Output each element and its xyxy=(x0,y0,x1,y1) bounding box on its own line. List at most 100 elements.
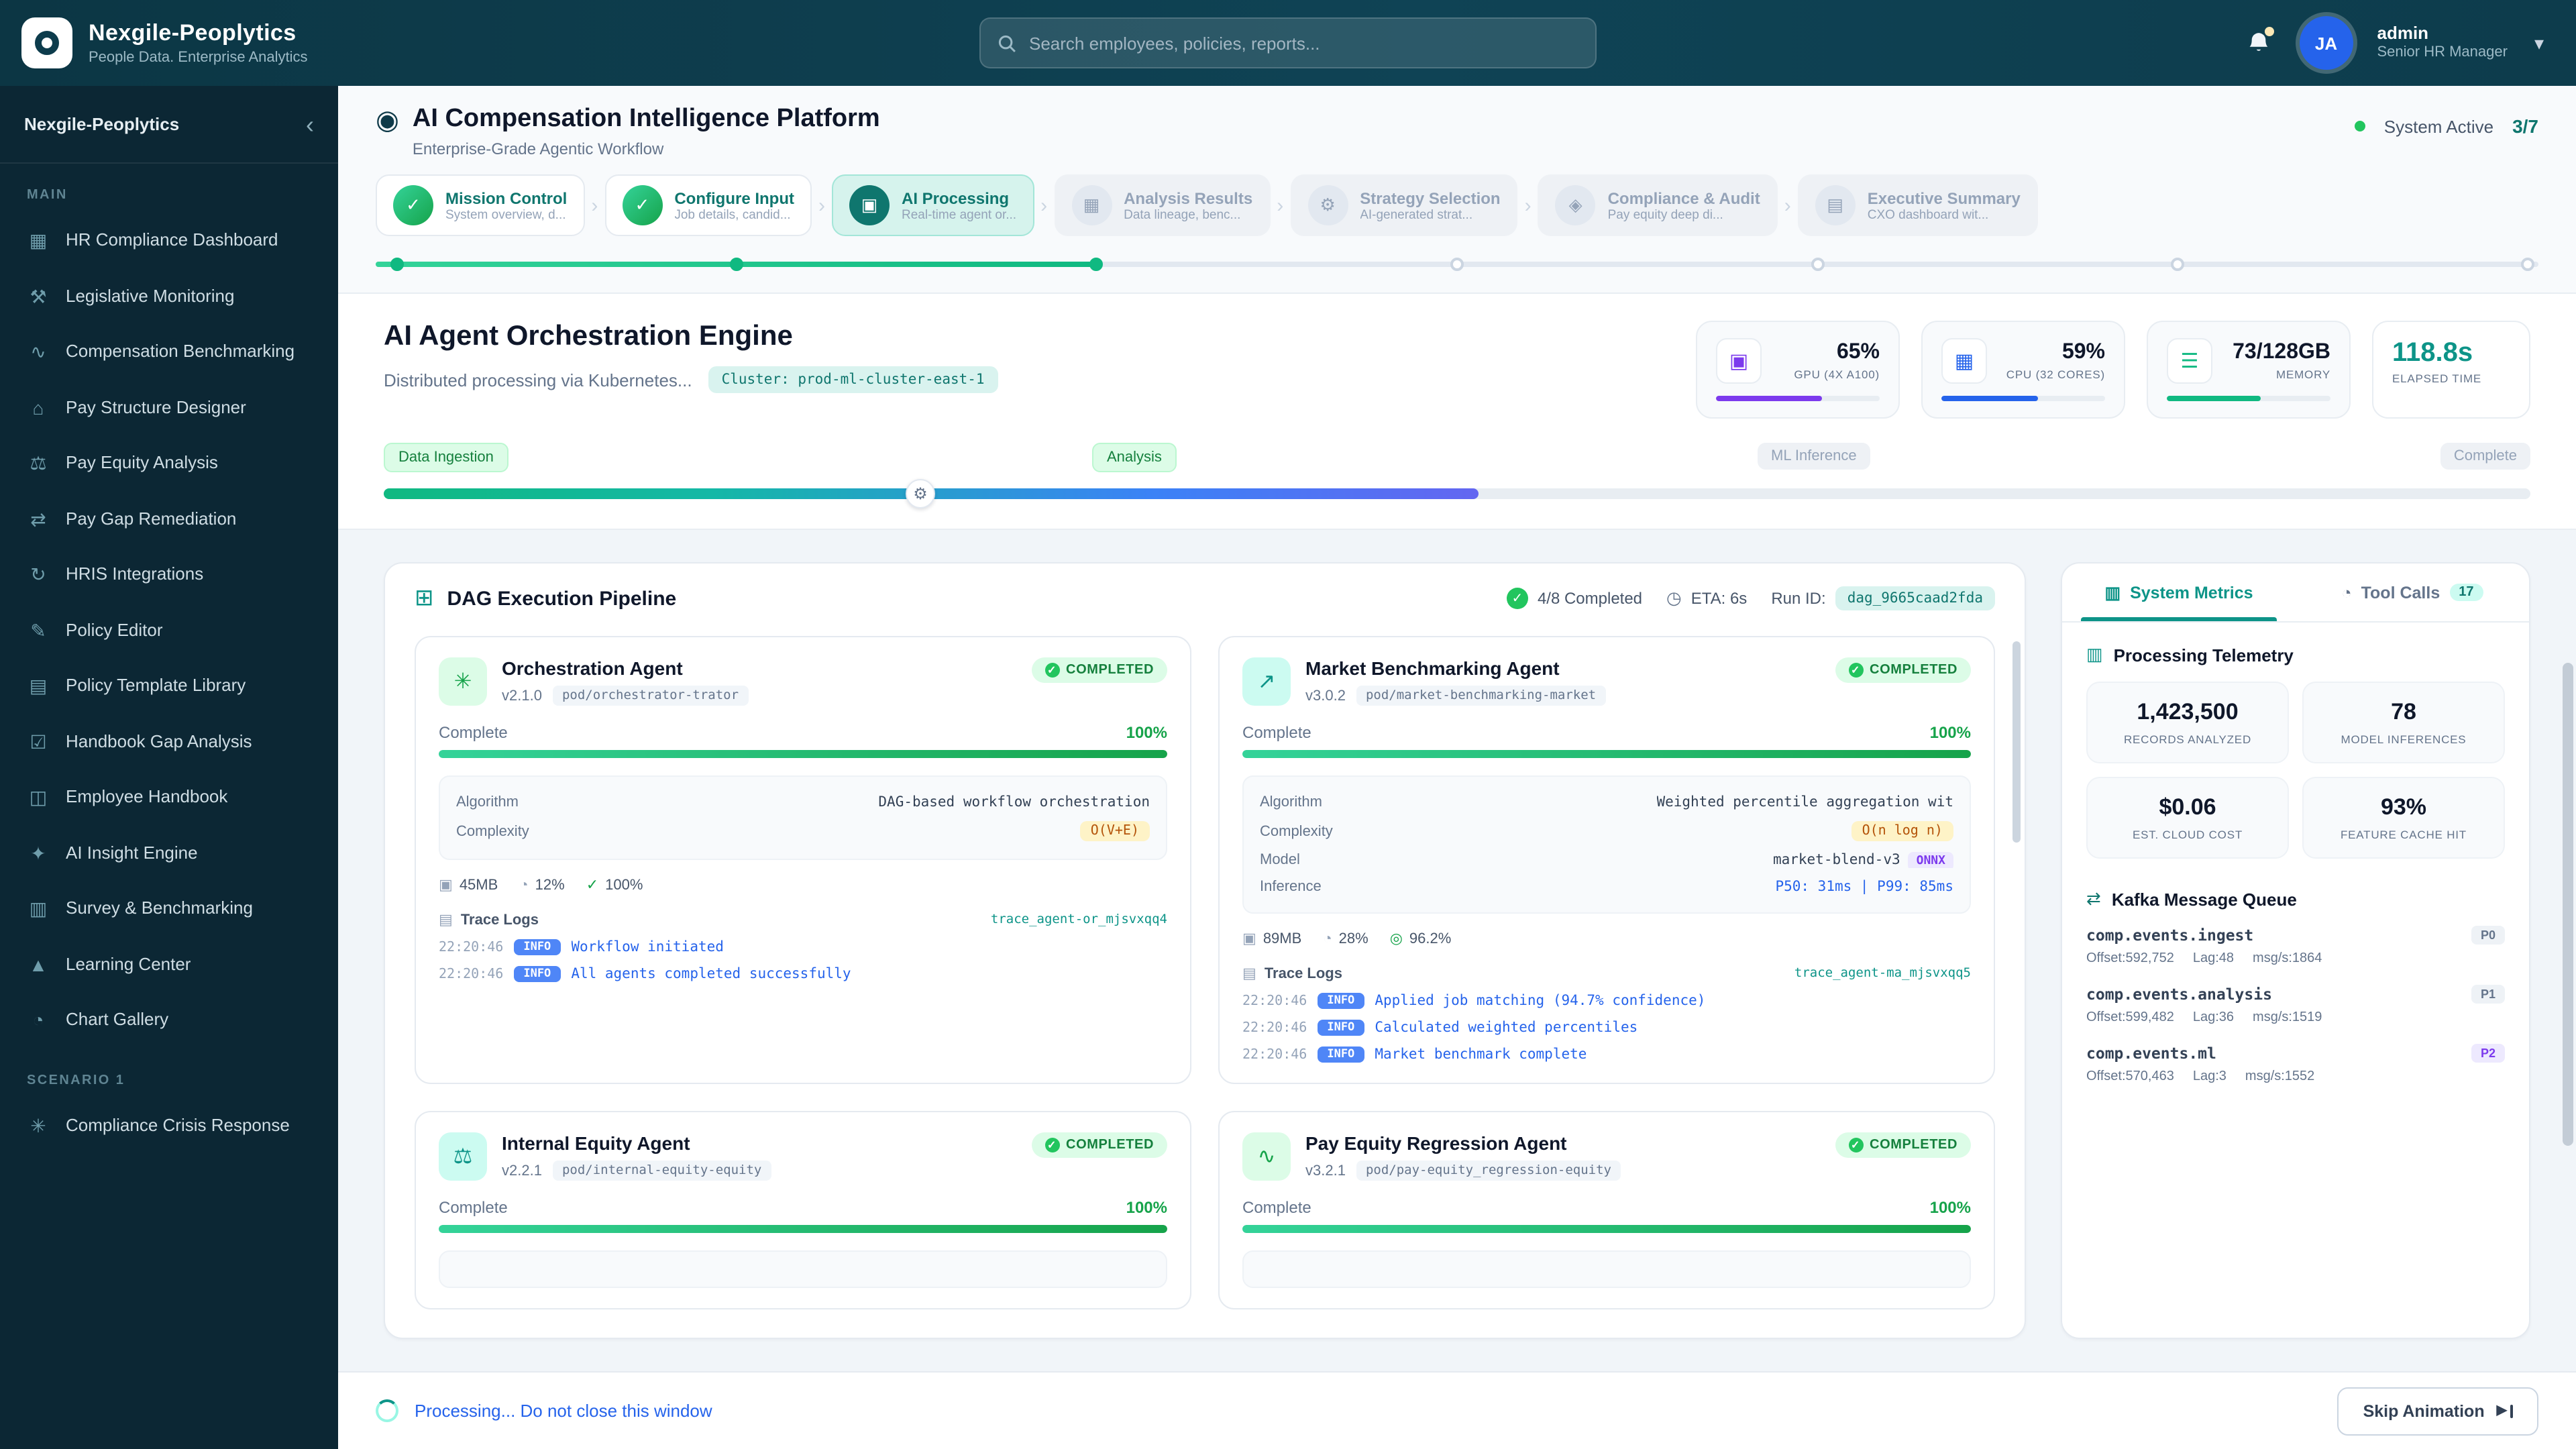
page-scrollbar-thumb[interactable] xyxy=(2563,663,2573,1146)
burst-icon: ✳ xyxy=(30,1114,46,1136)
sidebar-item-policy-template-library[interactable]: ▤ Policy Template Library xyxy=(0,659,338,714)
sidebar-item-chart-gallery[interactable]: ◔ Chart Gallery xyxy=(0,993,338,1049)
sidebar-item-hris-integrations[interactable]: ↻ HRIS Integrations xyxy=(0,547,338,603)
sidebar-item-learning-center[interactable]: ▲ Learning Center xyxy=(0,937,338,993)
step-title: Executive Summary xyxy=(1867,189,2021,207)
agent-card-orchestration: ✳ Orchestration Agent v2.1.0 pod/orchest… xyxy=(415,636,1191,1084)
agent-card-pay-equity-regression: ∿ Pay Equity Regression Agent v3.2.1 pod… xyxy=(1218,1111,1995,1309)
notifications-bell-icon[interactable] xyxy=(2243,27,2275,59)
sidebar-item-ai-insight-engine[interactable]: ✦ AI Insight Engine xyxy=(0,826,338,881)
skip-forward-icon: ▶ xyxy=(2497,1403,2513,1417)
sidebar-item-compliance-crisis-response[interactable]: ✳ Compliance Crisis Response xyxy=(0,1098,338,1154)
tool-calls-count-badge: 17 xyxy=(2449,584,2483,601)
sidebar-item-label: Compensation Benchmarking xyxy=(66,341,295,361)
log-message: Calculated weighted percentiles xyxy=(1375,1020,1638,1036)
sidebar-item-pay-structure-designer[interactable]: ⌂ Pay Structure Designer xyxy=(0,380,338,436)
platform-icon: ◉ xyxy=(376,106,399,136)
skip-animation-button[interactable]: Skip Animation ▶ xyxy=(2337,1387,2538,1435)
step-configure-input[interactable]: ✓ Configure Input Job details, candid... xyxy=(604,174,812,236)
timeline-dot xyxy=(390,258,405,271)
brand: Nexgile-Peoplytics People Data. Enterpri… xyxy=(21,17,308,68)
topbar: Nexgile-Peoplytics People Data. Enterpri… xyxy=(0,0,2576,86)
sidebar-item-policy-editor[interactable]: ✎ Policy Editor xyxy=(0,603,338,659)
step-title: Mission Control xyxy=(445,189,568,207)
book-icon: ◫ xyxy=(29,786,48,808)
detail-key: Algorithm xyxy=(1260,794,1322,810)
footer-bar: Processing... Do not close this window S… xyxy=(338,1371,2576,1449)
user-menu-chevron-icon[interactable]: ▾ xyxy=(2534,32,2544,54)
agent-name: Pay Equity Regression Agent xyxy=(1305,1132,1567,1154)
avatar[interactable]: JA xyxy=(2299,16,2353,70)
tab-tool-calls[interactable]: ◔ Tool Calls 17 xyxy=(2296,564,2529,621)
sidebar-item-compensation-benchmarking[interactable]: ∿ Compensation Benchmarking xyxy=(0,325,338,380)
trace-logs-label: Trace Logs xyxy=(460,912,539,928)
brand-name: Nexgile-Peoplytics xyxy=(89,20,297,46)
sidebar-item-label: Learning Center xyxy=(66,953,191,973)
dag-eta: ETA: 6s xyxy=(1690,589,1748,608)
processing-status: Processing... Do not close this window xyxy=(415,1401,712,1421)
chevron-right-icon: › xyxy=(1784,194,1791,217)
agent-details: Algorithm DAG-based workflow orchestrati… xyxy=(439,775,1167,860)
global-search[interactable] xyxy=(979,17,1597,68)
agent-progress-bar xyxy=(1242,750,1971,758)
sidebar-item-label: Pay Equity Analysis xyxy=(66,452,218,472)
sidebar-item-label: Employee Handbook xyxy=(66,786,228,806)
clock-icon: ◷ xyxy=(1666,588,1682,608)
sidebar-item-label: Pay Structure Designer xyxy=(66,396,246,417)
status-badge: ✓ COMPLETED xyxy=(1835,657,1971,683)
sidebar-item-label: Compliance Crisis Response xyxy=(66,1114,290,1134)
step-executive-summary[interactable]: ▤ Executive Summary CXO dashboard wit... xyxy=(1797,174,2038,236)
cpu-label: CPU (32 CORES) xyxy=(2006,368,2105,381)
dag-scrollbar-thumb[interactable] xyxy=(2012,641,2021,843)
sidebar-item-pay-gap-remediation[interactable]: ⇄ Pay Gap Remediation xyxy=(0,492,338,547)
sidebar-item-pay-equity-analysis[interactable]: ⚖ Pay Equity Analysis xyxy=(0,436,338,492)
stat-value: 93% xyxy=(2380,794,2427,820)
cpu-metric-card: ▦ 59% CPU (32 CORES) xyxy=(1921,321,2125,419)
logs-icon: ▤ xyxy=(439,912,453,928)
progress-label: Complete xyxy=(439,1198,508,1217)
timeline-dot xyxy=(2171,258,2185,271)
topic-offset: Offset:592,752 xyxy=(2086,951,2174,966)
step-analysis-results[interactable]: ▦ Analysis Results Data lineage, benc... xyxy=(1054,174,1271,236)
elapsed-value: 118.8s xyxy=(2392,338,2473,368)
accuracy-icon: ◎ xyxy=(1389,931,1403,947)
step-strategy-selection[interactable]: ⚙ Strategy Selection AI-generated strat.… xyxy=(1290,174,1518,236)
sidebar-section-scenario: SCENARIO 1 xyxy=(27,1073,125,1087)
cpu-usage-icon: ◔ xyxy=(1323,930,1332,947)
status-badge: ✓ COMPLETED xyxy=(1031,657,1167,683)
log-line: 22:20:46 INFO Calculated weighted percen… xyxy=(1242,1020,1971,1036)
search-input[interactable] xyxy=(1029,33,1579,53)
step-subtitle: Job details, candid... xyxy=(674,207,791,222)
phase-labels: Data Ingestion Analysis ML Inference Com… xyxy=(384,443,2530,475)
chevron-right-icon: › xyxy=(1524,194,1532,217)
agent-details xyxy=(1242,1250,1971,1288)
step-compliance-audit[interactable]: ◈ Compliance & Audit Pay equity deep di.… xyxy=(1538,174,1778,236)
sidebar-item-hr-compliance-dashboard[interactable]: ▦ HR Compliance Dashboard xyxy=(0,213,338,269)
log-time: 22:20:46 xyxy=(439,940,504,955)
tab-system-metrics[interactable]: ▥ System Metrics xyxy=(2062,564,2296,621)
sidebar-item-label: AI Insight Engine xyxy=(66,842,198,862)
topic-lag: Lag:48 xyxy=(2192,951,2235,966)
onnx-badge: ONNX xyxy=(1908,852,1953,868)
step-mission-control[interactable]: ✓ Mission Control System overview, d... xyxy=(376,174,585,236)
sidebar-item-employee-handbook[interactable]: ◫ Employee Handbook xyxy=(0,770,338,826)
agent-version: v3.0.2 xyxy=(1305,688,1346,704)
chevron-right-icon: › xyxy=(1277,194,1284,217)
sidebar-item-handbook-gap-analysis[interactable]: ☑ Handbook Gap Analysis xyxy=(0,714,338,770)
stat-label: FEATURE CACHE HIT xyxy=(2340,828,2467,841)
brand-tagline: People Data. Enterprise Analytics xyxy=(89,50,308,66)
status-badge: ✓ COMPLETED xyxy=(1835,1132,1971,1158)
log-level-badge: INFO xyxy=(514,939,561,955)
sidebar: Nexgile-Peoplytics ‹ MAIN ▦ HR Complianc… xyxy=(0,86,338,1449)
sidebar-item-legislative-monitoring[interactable]: ⚒ Legislative Monitoring xyxy=(0,269,338,325)
kafka-icon: ⇄ xyxy=(2086,888,2101,908)
orchestration-section: AI Agent Orchestration Engine Distribute… xyxy=(338,292,2576,530)
step-ai-processing[interactable]: ▣ AI Processing Real-time agent or... xyxy=(832,174,1034,236)
kafka-title: Kafka Message Queue xyxy=(2111,889,2297,909)
bar-chart-icon: ▥ xyxy=(2104,584,2121,602)
telemetry-title: Processing Telemetry xyxy=(2113,645,2294,665)
sidebar-item-survey-benchmarking[interactable]: ▥ Survey & Benchmarking xyxy=(0,881,338,937)
agent-pod: pod/pay-equity_regression-equity xyxy=(1356,1161,1621,1181)
detail-value: Weighted percentile aggregation wit xyxy=(1656,794,1953,810)
sidebar-collapse-icon[interactable]: ‹ xyxy=(306,112,314,136)
